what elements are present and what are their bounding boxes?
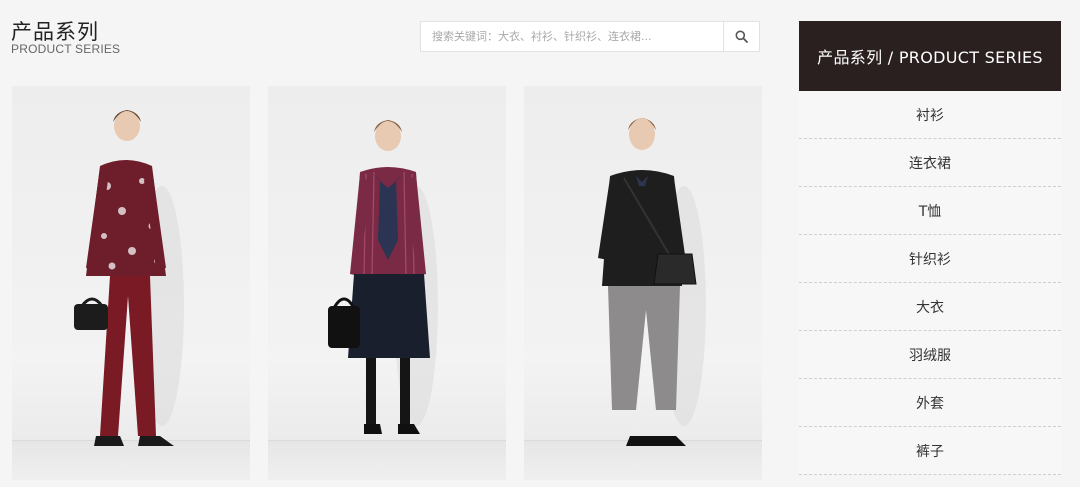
category-item-tshirt[interactable]: T恤: [799, 187, 1061, 235]
category-item-knitwear[interactable]: 针织衫: [799, 235, 1061, 283]
sidebar-header: 产品系列 / PRODUCT SERIES: [799, 21, 1061, 91]
category-item-jacket[interactable]: 外套: [799, 379, 1061, 427]
product-series-page: 产品系列 PRODUCT SERIES 搜索关键词：大衣、衬衫、针织衫、连衣裙.…: [0, 0, 1080, 487]
category-item-dress[interactable]: 连衣裙: [799, 139, 1061, 187]
product-card[interactable]: [12, 86, 250, 480]
search-bar: [420, 21, 760, 52]
product-image-floral-blouse: [74, 110, 184, 446]
search-input[interactable]: [421, 22, 723, 51]
category-sidebar: 产品系列 / PRODUCT SERIES 衬衫 连衣裙 T恤 针织衫 大衣 羽…: [799, 21, 1061, 475]
category-item-down-jacket[interactable]: 羽绒服: [799, 331, 1061, 379]
page-subtitle: PRODUCT SERIES: [11, 42, 121, 56]
category-list: 衬衫 连衣裙 T恤 针织衫 大衣 羽绒服 外套 裤子: [799, 91, 1061, 475]
search-icon: [735, 30, 748, 43]
search-button[interactable]: [723, 22, 759, 51]
product-image-black-jacket: [598, 118, 706, 446]
category-item-shirt[interactable]: 衬衫: [799, 91, 1061, 139]
product-card[interactable]: [524, 86, 762, 480]
product-card[interactable]: [268, 86, 506, 480]
product-image-striped-shirt: [328, 120, 438, 434]
category-item-coat[interactable]: 大衣: [799, 283, 1061, 331]
category-item-pants[interactable]: 裤子: [799, 427, 1061, 475]
